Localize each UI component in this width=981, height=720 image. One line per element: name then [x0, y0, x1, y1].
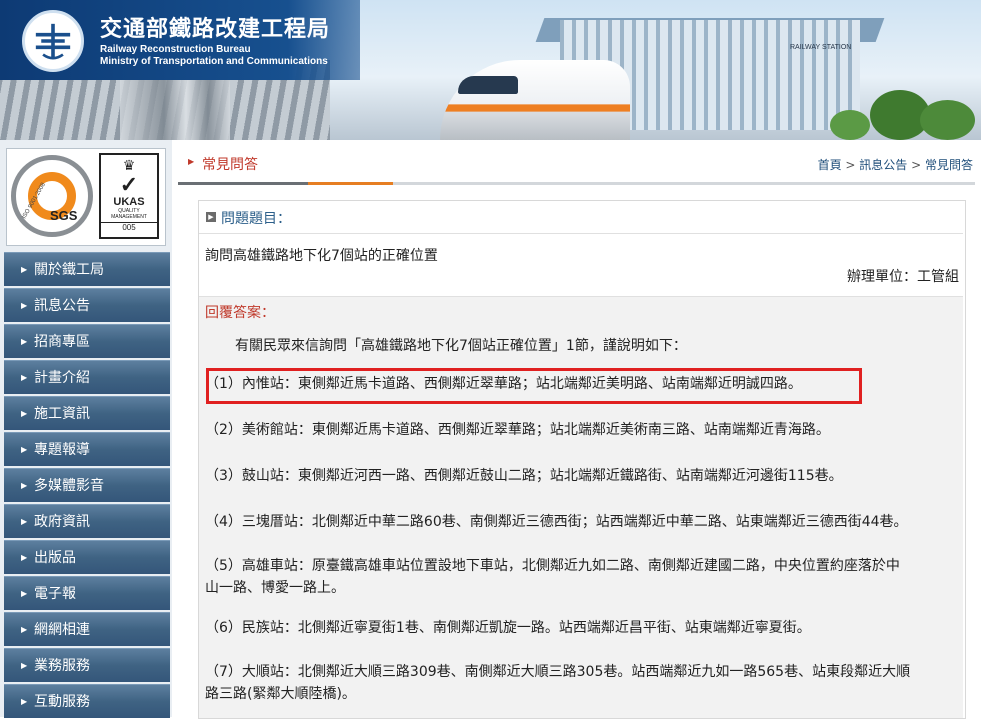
bullet-arrow-icon: ▶: [21, 445, 28, 454]
answer-item: 路三路(緊鄰大順陸橋)。: [205, 686, 356, 702]
bullet-arrow-icon: ▶: [21, 409, 28, 418]
left-sidebar: ✓ SGS ISO 9001:2008 ♛ ✓ UKAS QUALITY MAN…: [0, 140, 172, 720]
answer-item: 山一路、博愛一路上。: [205, 580, 345, 596]
iso-certification-badge: ✓ SGS ISO 9001:2008: [11, 155, 93, 237]
breadcrumb-current-link[interactable]: 常見問答: [925, 158, 973, 172]
breadcrumb: 首頁 > 訊息公告 > 常見問答: [818, 156, 973, 173]
main-content: ▶ 常見問答 首頁 > 訊息公告 > 常見問答 ▶ 問題題目： 詢問高雄鐵路地下…: [178, 140, 981, 719]
sidebar-item-links[interactable]: ▶ 網網相連: [4, 612, 170, 646]
train-image: [440, 60, 630, 140]
answer-item: （7）大順站：北側鄰近大順三路309巷、南側鄰近大順三路305巷。站西端鄰近九如…: [205, 664, 911, 680]
bullet-arrow-icon: ▶: [21, 265, 28, 274]
sidebar-item-construction[interactable]: ▶ 施工資訊: [4, 396, 170, 430]
ukas-label: UKAS: [113, 196, 145, 208]
answer-item: （6）民族站：北側鄰近寧夏街1巷、南側鄰近凱旋一路。站西端鄰近昌平街、站東端鄰近…: [205, 620, 811, 636]
arrow-box-icon: ▶: [206, 212, 216, 222]
tick-icon: ✓: [119, 172, 139, 197]
sidebar-item-label: 網網相連: [34, 622, 90, 638]
bureau-logo-icon: [22, 10, 84, 72]
answer-item: （3）鼓山站：東側鄰近河西一路、西側鄰近鼓山二路；站北端鄰近鐵路街、站南端鄰近河…: [205, 468, 843, 484]
bullet-arrow-icon: ▶: [21, 553, 28, 562]
breadcrumb-separator: >: [907, 158, 925, 172]
sgs-label: SGS: [50, 208, 78, 223]
station-sign: RAILWAY STATION: [790, 44, 852, 51]
question-header: ▶ 問題題目：: [199, 201, 963, 234]
answer-item: （2）美術館站：東側鄰近馬卡道路、西側鄰近翠華路；站北端鄰近美術南三路、站南端鄰…: [205, 422, 830, 438]
site-header: RAILWAY STATION 交通部鐵路改建工程局 Railway Recon…: [0, 0, 981, 140]
bullet-arrow-icon: ▶: [21, 661, 28, 670]
breadcrumb-news-link[interactable]: 訊息公告: [859, 158, 907, 172]
faq-panel: ▶ 問題題目： 詢問高雄鐵路地下化7個站的正確位置 辦理單位：工管組 回覆答案：…: [198, 200, 966, 719]
bullet-arrow-icon: ▶: [21, 373, 28, 382]
site-subtitle-en-ministry: Ministry of Transportation and Communica…: [100, 56, 328, 67]
logo-banner[interactable]: 交通部鐵路改建工程局 Railway Reconstruction Bureau…: [0, 0, 360, 80]
department-label: 辦理單位：工管組: [847, 269, 959, 285]
sidebar-item-features[interactable]: ▶ 專題報導: [4, 432, 170, 466]
sidebar-item-label: 關於鐵工局: [34, 262, 104, 278]
sidebar-item-label: 互動服務: [34, 694, 90, 710]
sidebar-item-interactive[interactable]: ▶ 互動服務: [4, 684, 170, 718]
bullet-arrow-icon: ▶: [21, 697, 28, 706]
sidebar-item-investment[interactable]: ▶ 招商專區: [4, 324, 170, 358]
answer-item: （5）高雄車站：原臺鐵高雄車站位置設地下車站，北側鄰近九如二路、南側鄰近建國二路…: [205, 558, 900, 574]
bullet-arrow-icon: ▶: [21, 589, 28, 598]
page-title: 常見問答: [202, 157, 258, 173]
sidebar-item-label: 業務服務: [34, 658, 90, 674]
sidebar-nav: ▶ 關於鐵工局 ▶ 訊息公告 ▶ 招商專區 ▶ 計畫介紹 ▶ 施工資訊 ▶ 專題報導 ▶ 多媒…: [4, 252, 170, 720]
site-subtitle-en: Railway Reconstruction Bureau: [100, 44, 251, 55]
highlight-box: [206, 368, 862, 404]
sidebar-item-about[interactable]: ▶ 關於鐵工局: [4, 252, 170, 286]
sidebar-item-label: 訊息公告: [34, 298, 90, 314]
breadcrumb-home-link[interactable]: 首頁: [818, 158, 842, 172]
section-header: ▶ 常見問答 首頁 > 訊息公告 > 常見問答: [178, 140, 975, 186]
bullet-arrow-icon: ▶: [21, 301, 28, 310]
sidebar-item-news[interactable]: ▶ 訊息公告: [4, 288, 170, 322]
sidebar-item-label: 招商專區: [34, 334, 90, 350]
sidebar-item-gov-info[interactable]: ▶ 政府資訊: [4, 504, 170, 538]
site-title: 交通部鐵路改建工程局: [100, 17, 331, 42]
question-text: 詢問高雄鐵路地下化7個站的正確位置: [205, 248, 438, 264]
question-label: 問題題目：: [221, 211, 291, 227]
bullet-arrow-icon: ▶: [21, 481, 28, 490]
sidebar-item-label: 專題報導: [34, 442, 90, 458]
ukas-sub-label: QUALITY MANAGEMENT: [111, 208, 147, 220]
tree-image: [920, 100, 975, 140]
answer-label: 回覆答案：: [205, 305, 275, 321]
ukas-number: 005: [101, 222, 157, 232]
bullet-arrow-icon: ▶: [21, 337, 28, 346]
sidebar-item-label: 施工資訊: [34, 406, 90, 422]
sidebar-item-label: 多媒體影音: [34, 478, 104, 494]
ukas-certification-badge: ♛ ✓ UKAS QUALITY MANAGEMENT 005: [99, 153, 159, 239]
answer-header: 回覆答案：: [199, 296, 963, 325]
sidebar-item-publications[interactable]: ▶ 出版品: [4, 540, 170, 574]
title-arrow-icon: ▶: [188, 157, 195, 166]
section-divider: [178, 182, 975, 185]
divider-accent-segment: [308, 182, 393, 185]
answer-item: （4）三塊厝站：北側鄰近中華二路60巷、南側鄰近三德西街；站西端鄰近中華二路、站…: [205, 514, 908, 530]
sidebar-item-label: 計畫介紹: [34, 370, 90, 386]
bullet-arrow-icon: ▶: [21, 625, 28, 634]
breadcrumb-separator: >: [841, 158, 860, 172]
sidebar-item-newsletter[interactable]: ▶ 電子報: [4, 576, 170, 610]
answer-intro: 有關民眾來信詢問「高雄鐵路地下化7個站正確位置」1節，謹說明如下：: [235, 338, 687, 354]
sidebar-item-multimedia[interactable]: ▶ 多媒體影音: [4, 468, 170, 502]
sidebar-item-label: 政府資訊: [34, 514, 90, 530]
bullet-arrow-icon: ▶: [21, 517, 28, 526]
sidebar-item-label: 電子報: [34, 586, 76, 602]
sidebar-item-services[interactable]: ▶ 業務服務: [4, 648, 170, 682]
sidebar-item-projects[interactable]: ▶ 計畫介紹: [4, 360, 170, 394]
tree-image: [830, 110, 870, 140]
sidebar-item-label: 出版品: [34, 550, 76, 566]
certification-badges: ✓ SGS ISO 9001:2008 ♛ ✓ UKAS QUALITY MAN…: [6, 148, 166, 246]
divider-dark-segment: [178, 182, 308, 185]
